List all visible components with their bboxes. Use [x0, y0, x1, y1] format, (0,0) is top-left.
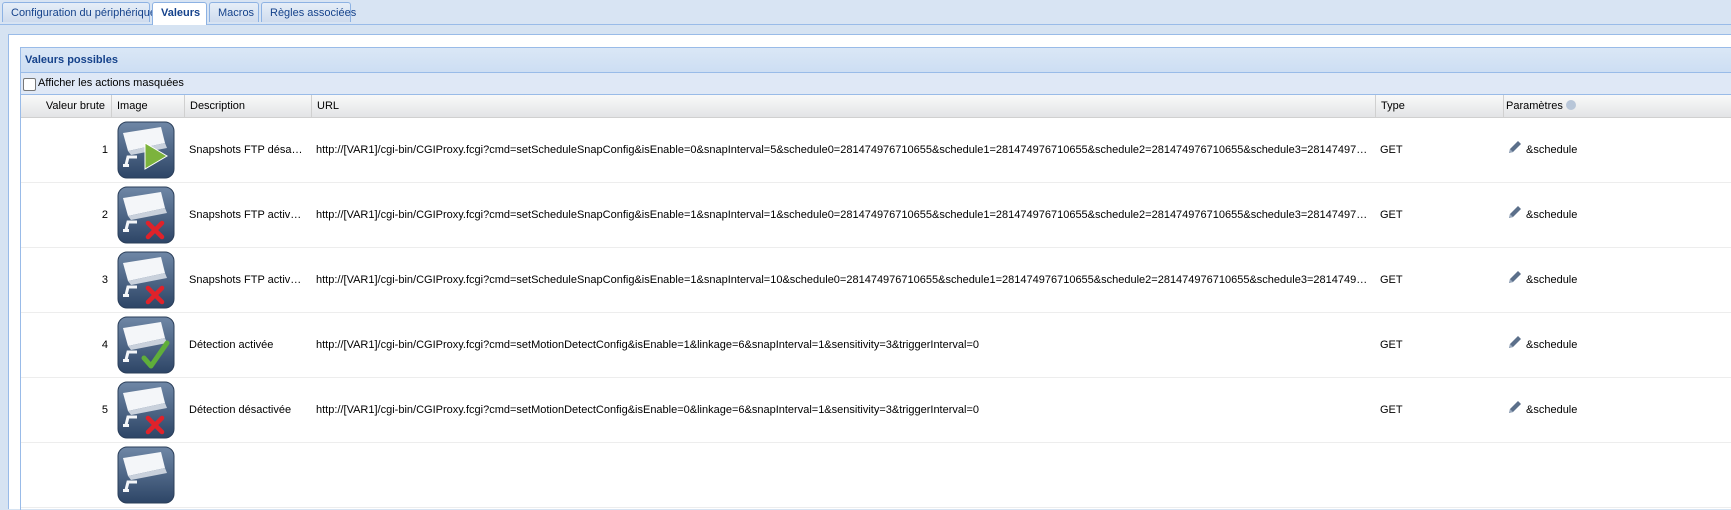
show-hidden-label: Afficher les actions masquées: [38, 77, 184, 89]
tab-regles-associees[interactable]: Règles associées: [261, 2, 356, 22]
tab-content: Valeurs possibles Afficher les actions m…: [8, 34, 1731, 510]
params-value: &schedule: [1526, 339, 1578, 351]
description-cell: Détection activée: [189, 339, 274, 351]
type-cell: GET: [1380, 339, 1403, 351]
edit-pencil-icon[interactable]: [1508, 401, 1526, 416]
table-row[interactable]: 1 Snapshots FTP désacti... http://[VAR1]/c…: [21, 118, 1731, 183]
params-cell: &schedule: [1508, 183, 1731, 247]
table-row[interactable]: 5 Détection désactivée http://[VAR1]/cgi-b…: [21, 378, 1731, 443]
description-cell: Snapshots FTP activés ...: [189, 274, 309, 286]
url-cell: [316, 443, 1368, 507]
type-cell: GET: [1380, 274, 1403, 286]
table-row[interactable]: 4 Détection activée http://[VAR1]/cgi-bin/…: [21, 313, 1731, 378]
edit-pencil-icon[interactable]: [1508, 336, 1526, 351]
params-cell: &schedule: [1508, 248, 1731, 312]
table-row[interactable]: 2 Snapshots FTP activés ... http://[VAR1]/…: [21, 183, 1731, 248]
camera-cross-icon: [117, 381, 175, 439]
description-cell: Détection désactivée: [189, 404, 292, 416]
camera-play-icon: [117, 121, 175, 179]
raw-value: 1: [101, 144, 108, 156]
col-header-raw[interactable]: Valeur brute: [21, 95, 112, 117]
params-cell: &schedule: [1508, 118, 1731, 182]
params-value: &schedule: [1526, 209, 1578, 221]
raw-value: 2: [101, 209, 108, 221]
params-value: &schedule: [1526, 404, 1578, 416]
description-cell: Snapshots FTP désacti...: [189, 144, 309, 156]
type-cell: GET: [1380, 404, 1403, 416]
grid-header: Valeur brute Image Description URL Type …: [21, 95, 1731, 118]
col-header-type[interactable]: Type: [1376, 95, 1504, 117]
table-row[interactable]: 3 Snapshots FTP activés ... http://[VAR1]/…: [21, 248, 1731, 313]
description-cell: Snapshots FTP activés ...: [189, 209, 309, 221]
help-icon[interactable]: [1565, 100, 1576, 110]
raw-value: 5: [101, 404, 108, 416]
values-panel: Valeurs possibles Afficher les actions m…: [20, 47, 1731, 510]
params-value: &schedule: [1526, 144, 1578, 156]
panel-toolbar: Afficher les actions masquées: [21, 73, 1731, 95]
params-value: &schedule: [1526, 274, 1578, 286]
url-cell: http://[VAR1]/cgi-bin/CGIProxy.fcgi?cmd=…: [316, 144, 1368, 156]
url-cell: http://[VAR1]/cgi-bin/CGIProxy.fcgi?cmd=…: [316, 209, 1368, 221]
tab-configuration[interactable]: Configuration du périphérique: [2, 2, 156, 22]
raw-value: [21, 443, 111, 507]
camera-check-icon: [117, 316, 175, 374]
url-cell: http://[VAR1]/cgi-bin/CGIProxy.fcgi?cmd=…: [316, 404, 979, 416]
raw-value: 4: [101, 339, 108, 351]
raw-value: 3: [101, 274, 108, 286]
params-cell: &schedule: [1508, 313, 1731, 377]
tab-valeurs[interactable]: Valeurs: [152, 2, 207, 25]
col-header-image[interactable]: Image: [112, 95, 185, 117]
edit-pencil-icon[interactable]: [1508, 271, 1526, 286]
edit-pencil-icon[interactable]: [1508, 141, 1526, 156]
params-cell: &schedule: [1508, 378, 1731, 442]
col-header-description[interactable]: Description: [185, 95, 312, 117]
description-cell: [189, 443, 309, 507]
type-cell: GET: [1380, 144, 1403, 156]
tab-macros[interactable]: Macros: [209, 2, 259, 22]
col-header-params[interactable]: Paramètres: [1504, 95, 1731, 117]
camera-cross-icon: [117, 186, 175, 244]
url-cell: http://[VAR1]/cgi-bin/CGIProxy.fcgi?cmd=…: [316, 274, 1368, 286]
url-cell: http://[VAR1]/cgi-bin/CGIProxy.fcgi?cmd=…: [316, 339, 979, 351]
edit-pencil-icon[interactable]: [1508, 206, 1526, 221]
panel-title: Valeurs possibles: [21, 48, 1731, 73]
params-cell: [1508, 443, 1731, 507]
camera-cross-icon: [117, 251, 175, 309]
col-header-params-label: Paramètres: [1506, 100, 1563, 112]
tab-bar: Configuration du périphérique Valeurs Ma…: [0, 0, 1731, 25]
table-row[interactable]: [21, 443, 1731, 508]
show-hidden-checkbox[interactable]: [23, 78, 36, 91]
type-cell: [1380, 443, 1440, 507]
camera-icon: [117, 446, 175, 504]
col-header-url[interactable]: URL: [312, 95, 1376, 117]
type-cell: GET: [1380, 209, 1403, 221]
